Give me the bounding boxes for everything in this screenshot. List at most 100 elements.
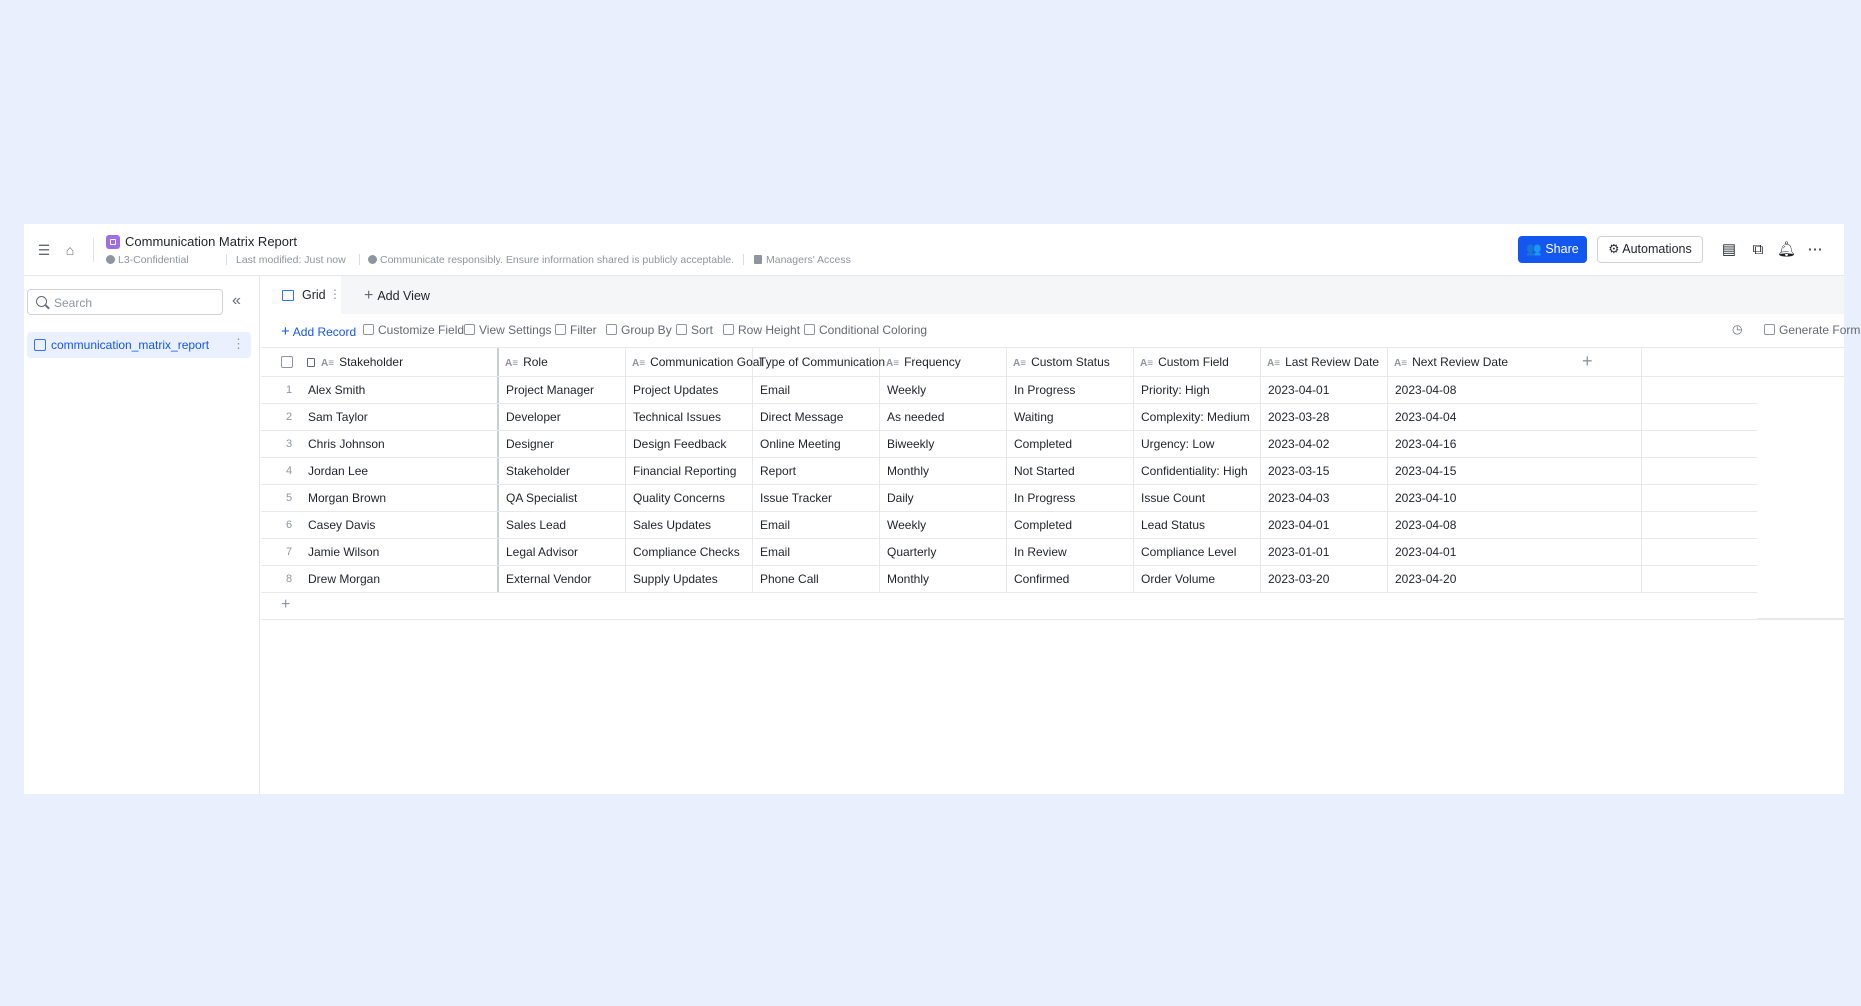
cell-custom-field[interactable]: Order Volume	[1134, 566, 1261, 592]
conditional-coloring-button[interactable]: Conditional Coloring	[804, 323, 927, 337]
cell-type-of-communication[interactable]: Email	[753, 512, 880, 538]
cell-custom-field[interactable]: Priority: High	[1134, 377, 1261, 403]
cell-communication-goal[interactable]: Project Updates	[626, 377, 753, 403]
cell-frequency[interactable]: Weekly	[880, 377, 1007, 403]
cell-stakeholder[interactable]: Drew Morgan	[301, 566, 499, 592]
cell-last-review-date[interactable]: 2023-04-02	[1261, 431, 1388, 457]
column-header-role[interactable]: A≡ Role	[499, 348, 626, 376]
cell-frequency[interactable]: Monthly	[880, 566, 1007, 592]
cell-role[interactable]: Legal Advisor	[499, 539, 626, 565]
cell-next-review-date[interactable]: 2023-04-16	[1388, 431, 1642, 457]
more-icon[interactable]: ⋯	[1806, 241, 1824, 259]
cell-stakeholder[interactable]: Morgan Brown	[301, 485, 499, 511]
more-vertical-icon[interactable]: ⋮	[232, 336, 245, 352]
cell-frequency[interactable]: Biweekly	[880, 431, 1007, 457]
cell-type-of-communication[interactable]: Online Meeting	[753, 431, 880, 457]
table-row[interactable]: 4 Jordan Lee Stakeholder Financial Reportin…	[261, 458, 1757, 485]
cell-custom-status[interactable]: Completed	[1007, 431, 1134, 457]
column-header-custom-status[interactable]: A≡ Custom Status	[1007, 348, 1134, 376]
automations-button[interactable]: ⚙ Automations	[1597, 236, 1703, 263]
cell-last-review-date[interactable]: 2023-04-03	[1261, 485, 1388, 511]
cell-role[interactable]: Designer	[499, 431, 626, 457]
cell-next-review-date[interactable]: 2023-04-20	[1388, 566, 1642, 592]
row-height-button[interactable]: Row Height	[723, 323, 800, 337]
document-icon[interactable]: ▤	[1720, 241, 1738, 259]
add-view-button[interactable]: + Add View	[364, 287, 430, 305]
tab-more-icon[interactable]: ⋮	[329, 287, 341, 301]
column-header-custom-field[interactable]: A≡ Custom Field	[1134, 348, 1261, 376]
cell-stakeholder[interactable]: Jamie Wilson	[301, 539, 499, 565]
cell-custom-status[interactable]: Completed	[1007, 512, 1134, 538]
bell-icon[interactable]: 🔔︎	[1777, 241, 1796, 259]
cell-role[interactable]: Developer	[499, 404, 626, 430]
column-header-next-review-date[interactable]: A≡ Next Review Date	[1388, 348, 1642, 376]
cell-communication-goal[interactable]: Supply Updates	[626, 566, 753, 592]
sidebar-toggle-icon[interactable]: ☰	[36, 242, 52, 258]
cell-type-of-communication[interactable]: Direct Message	[753, 404, 880, 430]
cell-custom-status[interactable]: In Progress	[1007, 485, 1134, 511]
cell-next-review-date[interactable]: 2023-04-01	[1388, 539, 1642, 565]
cell-stakeholder[interactable]: Jordan Lee	[301, 458, 499, 484]
cell-next-review-date[interactable]: 2023-04-04	[1388, 404, 1642, 430]
cell-custom-status[interactable]: In Progress	[1007, 377, 1134, 403]
cell-stakeholder[interactable]: Sam Taylor	[301, 404, 499, 430]
cell-custom-status[interactable]: Waiting	[1007, 404, 1134, 430]
cell-communication-goal[interactable]: Technical Issues	[626, 404, 753, 430]
cell-next-review-date[interactable]: 2023-04-15	[1388, 458, 1642, 484]
column-header-stakeholder[interactable]: A≡ Stakeholder	[261, 348, 499, 376]
cell-type-of-communication[interactable]: Phone Call	[753, 566, 880, 592]
generate-form-button[interactable]: Generate Form	[1764, 323, 1860, 337]
cell-custom-field[interactable]: Compliance Level	[1134, 539, 1261, 565]
cell-communication-goal[interactable]: Quality Concerns	[626, 485, 753, 511]
sidebar-item-table[interactable]: communication_matrix_report ⋮	[27, 332, 251, 358]
cell-role[interactable]: QA Specialist	[499, 485, 626, 511]
cell-last-review-date[interactable]: 2023-04-01	[1261, 377, 1388, 403]
cell-last-review-date[interactable]: 2023-01-01	[1261, 539, 1388, 565]
group-by-button[interactable]: Group By	[606, 323, 672, 337]
cell-stakeholder[interactable]: Casey Davis	[301, 512, 499, 538]
search-input[interactable]: Search	[27, 289, 223, 315]
customize-field-button[interactable]: Customize Field	[363, 323, 464, 337]
cell-frequency[interactable]: Quarterly	[880, 539, 1007, 565]
cell-custom-field[interactable]: Lead Status	[1134, 512, 1261, 538]
column-header-type-of-communication[interactable]: Type of Communication	[753, 348, 885, 376]
classification-label[interactable]: L3-Confidential	[106, 254, 189, 266]
sort-button[interactable]: Sort	[676, 323, 713, 337]
cell-role[interactable]: Stakeholder	[499, 458, 626, 484]
cell-frequency[interactable]: As needed	[880, 404, 1007, 430]
table-row[interactable]: 7 Jamie Wilson Legal Advisor Compliance Che…	[261, 539, 1757, 566]
plugin-icon[interactable]: ⧉	[1749, 241, 1767, 259]
cell-frequency[interactable]: Daily	[880, 485, 1007, 511]
cell-custom-status[interactable]: In Review	[1007, 539, 1134, 565]
share-button[interactable]: 👥 Share	[1518, 236, 1587, 263]
add-row-button[interactable]: +	[261, 593, 1757, 620]
table-row[interactable]: 5 Morgan Brown QA Specialist Quality Concer…	[261, 485, 1757, 512]
cell-next-review-date[interactable]: 2023-04-10	[1388, 485, 1642, 511]
cell-last-review-date[interactable]: 2023-04-01	[1261, 512, 1388, 538]
cell-last-review-date[interactable]: 2023-03-20	[1261, 566, 1388, 592]
view-settings-button[interactable]: View Settings	[464, 323, 552, 337]
table-row[interactable]: 6 Casey Davis Sales Lead Sales Updates Email…	[261, 512, 1757, 539]
cell-communication-goal[interactable]: Compliance Checks	[626, 539, 753, 565]
tab-grid[interactable]: Grid ⋮	[261, 276, 341, 314]
cell-role[interactable]: Project Manager	[499, 377, 626, 403]
cell-role[interactable]: External Vendor	[499, 566, 626, 592]
collapse-sidebar-icon[interactable]: «	[232, 292, 241, 310]
cell-communication-goal[interactable]: Financial Reporting	[626, 458, 753, 484]
cell-type-of-communication[interactable]: Email	[753, 539, 880, 565]
cell-frequency[interactable]: Weekly	[880, 512, 1007, 538]
cell-type-of-communication[interactable]: Issue Tracker	[753, 485, 880, 511]
cell-role[interactable]: Sales Lead	[499, 512, 626, 538]
column-header-communication-goal[interactable]: A≡ Communication Goal	[626, 348, 762, 376]
cell-type-of-communication[interactable]: Email	[753, 377, 880, 403]
cell-communication-goal[interactable]: Sales Updates	[626, 512, 753, 538]
history-icon[interactable]: ◷	[1732, 322, 1742, 336]
cell-last-review-date[interactable]: 2023-03-28	[1261, 404, 1388, 430]
cell-custom-field[interactable]: Confidentiality: High	[1134, 458, 1261, 484]
cell-stakeholder[interactable]: Chris Johnson	[301, 431, 499, 457]
cell-custom-field[interactable]: Complexity: Medium	[1134, 404, 1261, 430]
cell-next-review-date[interactable]: 2023-04-08	[1388, 512, 1642, 538]
column-header-last-review-date[interactable]: A≡ Last Review Date	[1261, 348, 1388, 376]
cell-type-of-communication[interactable]: Report	[753, 458, 880, 484]
table-row[interactable]: 1 Alex Smith Project Manager Project Update…	[261, 377, 1757, 404]
